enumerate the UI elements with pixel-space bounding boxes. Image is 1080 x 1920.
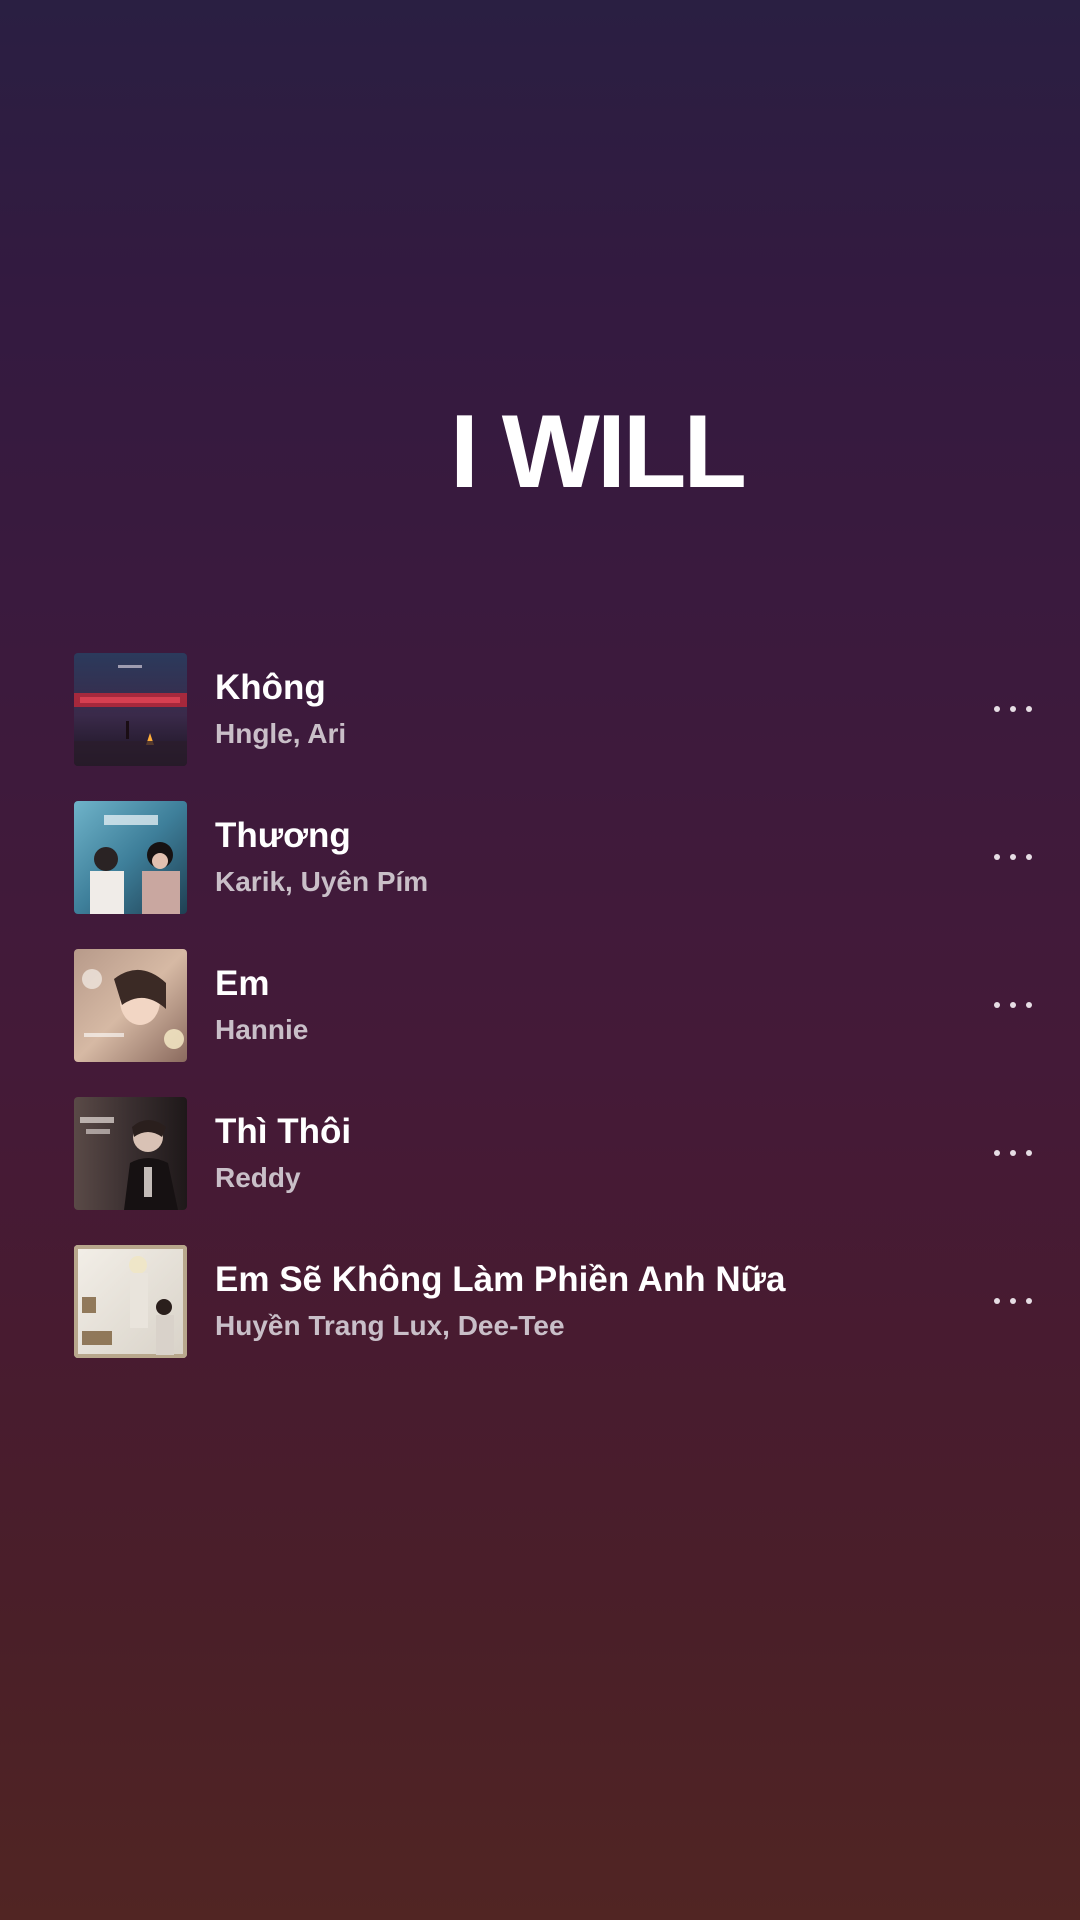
more-options-icon — [1010, 854, 1016, 860]
more-options-button[interactable] — [982, 985, 1044, 1025]
track-row[interactable]: Em Sẽ Không Làm Phiền Anh Nữa Huyền Tran… — [74, 1245, 1032, 1358]
more-options-icon — [1026, 706, 1032, 712]
track-artist: Hngle, Ari — [215, 718, 347, 749]
more-options-icon — [994, 854, 1000, 860]
more-options-button[interactable] — [982, 689, 1044, 729]
more-options-icon — [1010, 706, 1016, 712]
more-options-icon — [994, 1150, 1000, 1156]
track-row[interactable]: Thương Karik, Uyên Pím — [74, 801, 1032, 914]
track-artist: Reddy — [215, 1162, 301, 1193]
track-title: Thương — [215, 816, 351, 855]
more-options-icon — [1026, 1150, 1032, 1156]
track-title: Không — [215, 668, 326, 707]
album-cover-image — [74, 801, 187, 914]
more-options-icon — [1010, 1002, 1016, 1008]
more-options-icon — [1026, 1298, 1032, 1304]
track-row[interactable]: Em Hannie — [74, 949, 1032, 1062]
album-cover-image — [74, 1097, 187, 1210]
more-options-icon — [1010, 1298, 1016, 1304]
track-list: Không Hngle, Ari Thương Karik, Uyên Pím … — [74, 653, 1032, 1393]
track-title: Thì Thôi — [215, 1112, 352, 1151]
playlist-title: I WILL — [450, 394, 747, 510]
more-options-button[interactable] — [982, 837, 1044, 877]
more-options-button[interactable] — [982, 1133, 1044, 1173]
more-options-icon — [994, 706, 1000, 712]
more-options-icon — [994, 1002, 1000, 1008]
album-cover-image — [74, 1245, 187, 1358]
track-artist: Hannie — [215, 1014, 309, 1045]
album-cover-image — [74, 653, 187, 766]
more-options-icon — [1010, 1150, 1016, 1156]
more-options-icon — [1026, 854, 1032, 860]
more-options-button[interactable] — [982, 1281, 1044, 1321]
track-title: Em Sẽ Không Làm Phiền Anh Nữa — [215, 1260, 786, 1299]
track-title: Em — [215, 964, 270, 1003]
track-artist: Huyền Trang Lux, Dee-Tee — [215, 1310, 565, 1341]
track-artist: Karik, Uyên Pím — [215, 866, 429, 897]
album-cover-image — [74, 949, 187, 1062]
track-row[interactable]: Thì Thôi Reddy — [74, 1097, 1032, 1210]
more-options-icon — [1026, 1002, 1032, 1008]
more-options-icon — [994, 1298, 1000, 1304]
track-row[interactable]: Không Hngle, Ari — [74, 653, 1032, 766]
playlist-page: I WILL Không Hngle, Ari Thương Karik, Uy… — [0, 0, 1080, 1920]
